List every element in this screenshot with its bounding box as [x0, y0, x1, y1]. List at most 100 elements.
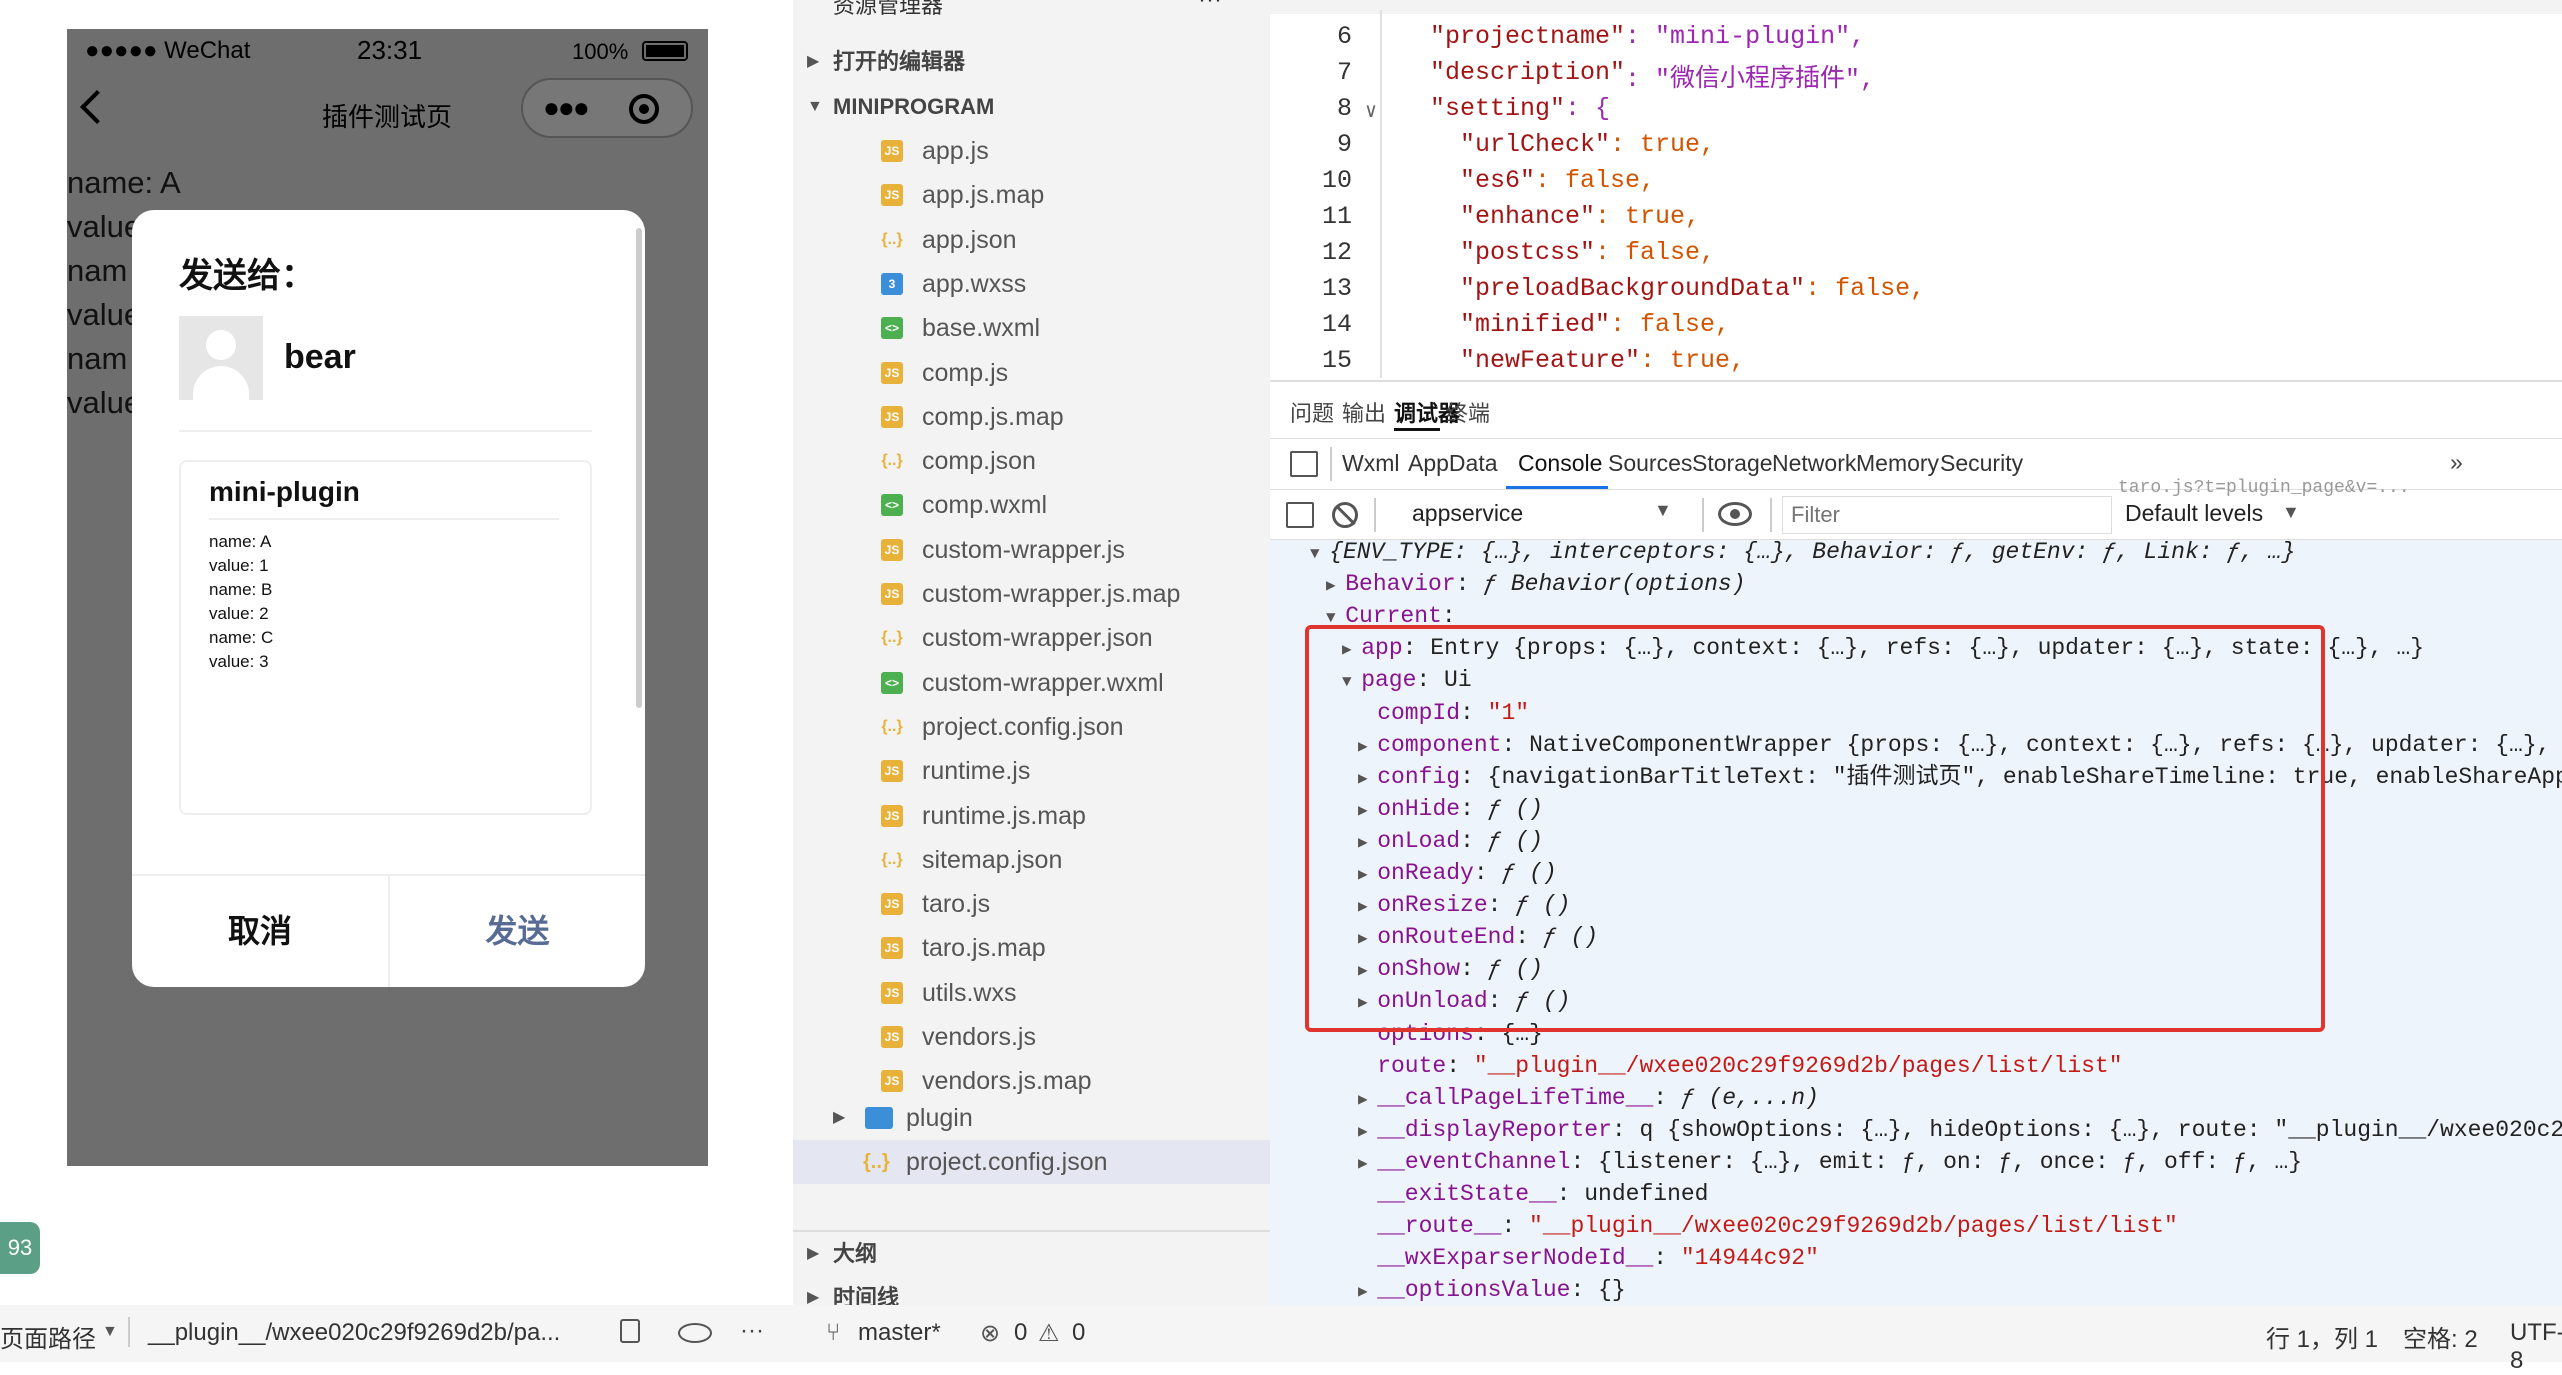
- json-value: : false,: [1595, 238, 1716, 267]
- expand-arrow-icon[interactable]: ▶: [1358, 1123, 1377, 1141]
- tool-tab[interactable]: Sources: [1608, 450, 1692, 477]
- file-row[interactable]: {..} comp.json: [793, 439, 1270, 483]
- editor-tab-strip: [1270, 0, 2562, 14]
- file-row[interactable]: JS taro.js.map: [793, 926, 1270, 970]
- expand-arrow-icon[interactable]: ▶: [1358, 1091, 1377, 1109]
- open-editors-section[interactable]: ▶ 打开的编辑器: [793, 40, 1270, 84]
- console-line[interactable]: ▼ {ENV_TYPE: {…}, interceptors: {…}, Beh…: [1310, 540, 2295, 568]
- tool-tab[interactable]: AppData: [1408, 450, 1498, 477]
- file-row[interactable]: <> custom-wrapper.wxml: [793, 661, 1270, 705]
- file-name: utils.wxs: [922, 978, 1017, 1007]
- preview-eye-icon[interactable]: [678, 1323, 712, 1343]
- panel-tab[interactable]: 终端: [1446, 396, 1490, 428]
- tool-tab[interactable]: Memory: [1856, 450, 1939, 477]
- console-line[interactable]: ▶ Behavior: ƒ Behavior(options): [1326, 568, 1746, 600]
- explorer-more-icon[interactable]: ···: [1198, 0, 1222, 14]
- file-row[interactable]: JS comp.js: [793, 351, 1270, 395]
- property-value: undefined: [1584, 1181, 1709, 1207]
- file-row[interactable]: JS comp.js.map: [793, 395, 1270, 439]
- panel-tab[interactable]: 输出: [1342, 396, 1386, 428]
- context-dropdown-icon[interactable]: ▼: [1654, 500, 1672, 521]
- panel-tab[interactable]: 问题: [1290, 396, 1334, 428]
- file-name: custom-wrapper.json: [922, 624, 1153, 653]
- json-file-icon: {..}: [881, 230, 903, 248]
- file-row[interactable]: JS custom-wrapper.js.map: [793, 572, 1270, 616]
- git-branch[interactable]: master*: [858, 1319, 941, 1347]
- property-colon: :: [1611, 1116, 1640, 1143]
- file-encoding[interactable]: UTF-8: [2510, 1319, 2562, 1375]
- file-row[interactable]: <> base.wxml: [793, 306, 1270, 350]
- close-capsule-icon[interactable]: [629, 94, 659, 124]
- file-row[interactable]: JS utils.wxs: [793, 971, 1270, 1015]
- levels-dropdown-icon[interactable]: ▼: [2282, 502, 2300, 523]
- file-row[interactable]: JS app.js.map: [793, 173, 1270, 217]
- file-row[interactable]: JS vendors.js: [793, 1015, 1270, 1059]
- console-line[interactable]: ▶ __callPageLifeTime__: ƒ (e,...n): [1358, 1082, 1819, 1114]
- property-key: __callPageLifeTime__: [1377, 1084, 1654, 1111]
- version-badge[interactable]: 93: [0, 1222, 40, 1274]
- eye-icon[interactable]: [1718, 502, 1752, 526]
- console-line: route: "__plugin__/wxee020c29f9269d2b/pa…: [1358, 1050, 2123, 1082]
- log-levels-select[interactable]: Default levels: [2125, 500, 2263, 527]
- warning-count[interactable]: 0: [1072, 1319, 1085, 1347]
- tool-tab[interactable]: Wxml: [1342, 450, 1399, 477]
- page-path-label[interactable]: 页面路径: [0, 1319, 96, 1354]
- source-link[interactable]: taro.js?t=plugin_page&v=...: [2118, 478, 2410, 498]
- collapse-arrow-icon[interactable]: ▼: [1310, 545, 1329, 563]
- status-bar: 页面路径 ▼ __plugin__/wxee020c29f9269d2b/pa.…: [0, 1305, 2562, 1374]
- card-line: value: 2: [209, 604, 269, 623]
- inspect-element-icon[interactable]: [1290, 451, 1318, 477]
- folder-row-plugin[interactable]: ▶ plugin: [793, 1096, 1270, 1140]
- sidebar-toggle-icon[interactable]: [1286, 502, 1314, 528]
- context-select[interactable]: appservice: [1412, 500, 1523, 527]
- cursor-position[interactable]: 行 1，列 1: [2266, 1319, 2378, 1354]
- console-line[interactable]: ▶ __eventChannel: {listener: {…}, emit: …: [1358, 1146, 2302, 1178]
- filter-input[interactable]: [1782, 496, 2112, 534]
- file-row[interactable]: JS custom-wrapper.js: [793, 528, 1270, 572]
- tool-tab[interactable]: Console: [1518, 450, 1602, 477]
- file-row[interactable]: JS runtime.js: [793, 749, 1270, 793]
- expand-arrow-icon[interactable]: ▶: [1358, 1283, 1377, 1301]
- file-row[interactable]: {..} project.config.json: [793, 705, 1270, 749]
- tool-tab[interactable]: Network: [1772, 450, 1856, 477]
- indent-spaces[interactable]: 空格: 2: [2403, 1319, 2478, 1354]
- file-row[interactable]: 3 app.wxss: [793, 262, 1270, 306]
- file-row[interactable]: {..} sitemap.json: [793, 838, 1270, 882]
- expand-arrow-icon[interactable]: ▶: [1358, 1155, 1377, 1173]
- clear-console-icon[interactable]: [1332, 502, 1358, 528]
- more-icon[interactable]: ···: [740, 1317, 764, 1345]
- console-line[interactable]: ▶ __optionsValue: {}: [1358, 1274, 1626, 1305]
- file-row[interactable]: <> comp.wxml: [793, 483, 1270, 527]
- selected-file-row[interactable]: {..} project.config.json: [793, 1140, 1270, 1184]
- expand-arrow-icon[interactable]: ▶: [1326, 577, 1345, 595]
- file-row[interactable]: JS runtime.js.map: [793, 794, 1270, 838]
- file-row[interactable]: JS app.js: [793, 129, 1270, 173]
- back-arrow-icon[interactable]: [80, 90, 114, 124]
- tool-tab[interactable]: Security: [1940, 450, 2023, 477]
- recipient-name: bear: [284, 338, 356, 376]
- console-line[interactable]: ▶ __displayReporter: q {showOptions: {…}…: [1358, 1114, 2562, 1146]
- more-dots-icon[interactable]: ●●●: [543, 92, 590, 124]
- file-name: project.config.json: [906, 1148, 1108, 1176]
- send-button[interactable]: 发送: [390, 876, 645, 987]
- miniprogram-section[interactable]: ▼ MINIPROGRAM: [793, 85, 1270, 129]
- line-number: 8: [1336, 94, 1352, 123]
- file-row[interactable]: {..} custom-wrapper.json: [793, 616, 1270, 660]
- more-tabs-icon[interactable]: »: [2450, 449, 2463, 476]
- json-key: "newFeature": [1460, 346, 1641, 375]
- tool-tab[interactable]: Storage: [1692, 450, 1773, 477]
- path-dropdown-icon[interactable]: ▼: [102, 1323, 118, 1341]
- outline-section[interactable]: ▶ 大纲: [793, 1232, 1270, 1276]
- file-name: comp.json: [922, 447, 1036, 476]
- file-row[interactable]: {..} app.json: [793, 218, 1270, 262]
- fold-chevron-icon[interactable]: ∨: [1365, 98, 1377, 124]
- error-count[interactable]: 0: [1014, 1319, 1027, 1347]
- dialog-scrollbar[interactable]: [636, 228, 642, 708]
- file-row[interactable]: JS taro.js: [793, 882, 1270, 926]
- file-name: app.wxss: [922, 269, 1027, 298]
- cancel-button[interactable]: 取消: [132, 876, 388, 987]
- json-file-icon: {..}: [881, 629, 903, 647]
- property-value: "__plugin__/wxee020c29f9269d2b/pages/lis…: [1473, 1052, 2123, 1079]
- capsule-menu: ●●●: [521, 78, 693, 138]
- copy-icon[interactable]: [620, 1319, 640, 1343]
